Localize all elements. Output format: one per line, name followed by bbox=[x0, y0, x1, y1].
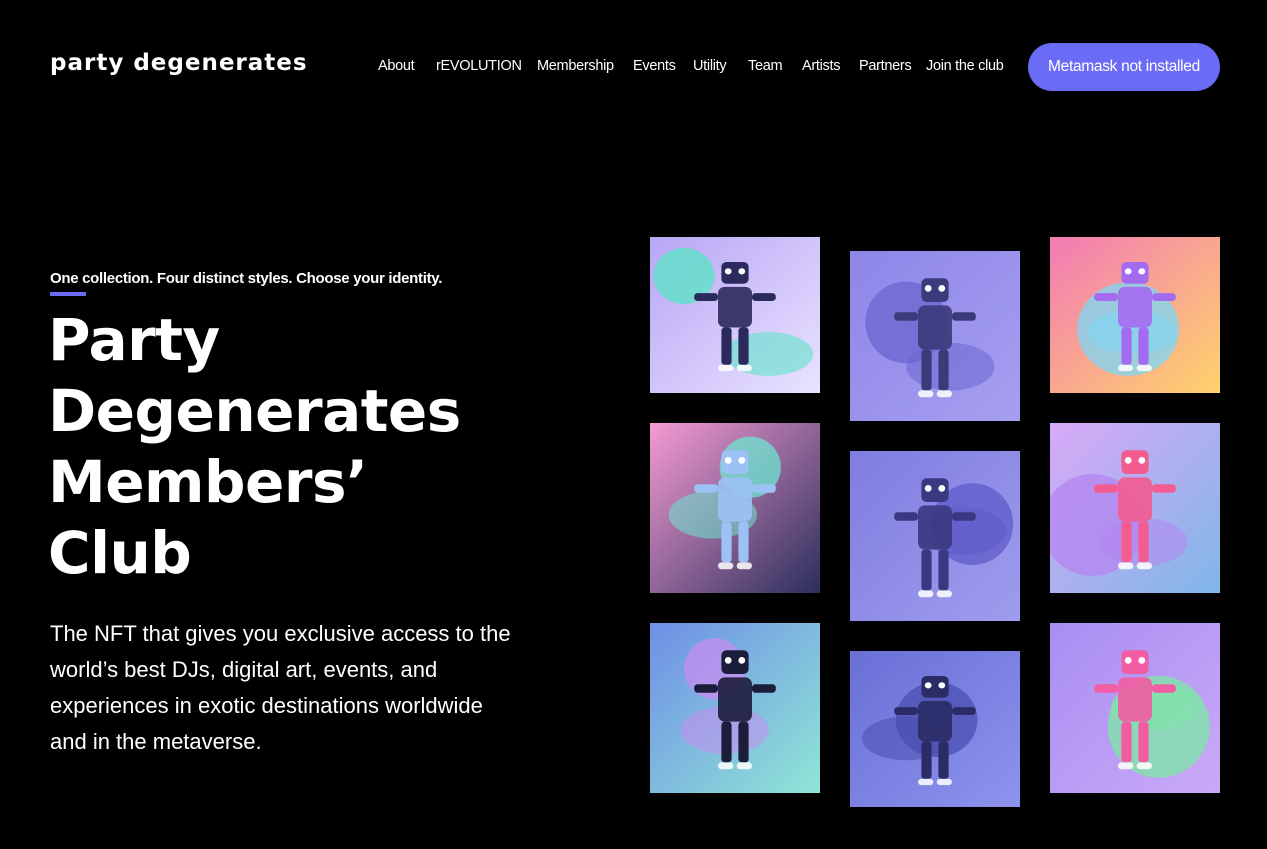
nft-artwork-image bbox=[650, 623, 820, 793]
nav-about[interactable]: About bbox=[378, 58, 415, 74]
hero-eyebrow: One collection. Four distinct styles. Ch… bbox=[50, 270, 443, 287]
metamask-button[interactable]: Metamask not installed bbox=[1028, 43, 1220, 91]
hero-title: Party Degenerates Members’ Club bbox=[48, 305, 608, 589]
nft-artwork-image bbox=[1050, 623, 1220, 793]
nav-revolution[interactable]: rEVOLUTION bbox=[436, 58, 522, 74]
nav-artists[interactable]: Artists bbox=[802, 58, 840, 74]
nft-artwork-image bbox=[850, 251, 1020, 421]
nav-team[interactable]: Team bbox=[748, 58, 783, 74]
nft-art-1 bbox=[650, 237, 820, 393]
brand-logo[interactable]: party degenerates bbox=[50, 50, 308, 76]
nft-artwork-image bbox=[1050, 423, 1220, 593]
hero-title-line-3: Members’ bbox=[48, 448, 368, 516]
nft-art-2 bbox=[850, 251, 1020, 421]
nav-events[interactable]: Events bbox=[633, 58, 676, 74]
nft-artwork-image bbox=[650, 423, 820, 593]
eyebrow-underline bbox=[50, 292, 86, 296]
nft-art-3 bbox=[1050, 237, 1220, 393]
nft-art-5 bbox=[850, 451, 1020, 621]
nft-artwork-image bbox=[1050, 237, 1220, 393]
nft-art-9 bbox=[1050, 623, 1220, 793]
nft-artwork-image bbox=[850, 451, 1020, 621]
nav-partners[interactable]: Partners bbox=[859, 58, 912, 74]
nav-membership[interactable]: Membership bbox=[537, 58, 614, 74]
nft-artwork-image bbox=[650, 237, 820, 393]
nav-join-the-club[interactable]: Join the club bbox=[926, 58, 1004, 74]
nft-art-7 bbox=[650, 623, 820, 793]
nft-art-6 bbox=[1050, 423, 1220, 593]
nft-art-8 bbox=[850, 651, 1020, 807]
hero-title-line-4: Club bbox=[48, 519, 192, 587]
hero-title-line-1: Party bbox=[48, 306, 220, 374]
hero-description: The NFT that gives you exclusive access … bbox=[50, 621, 511, 754]
nft-art-4 bbox=[650, 423, 820, 593]
nav-utility[interactable]: Utility bbox=[693, 58, 727, 74]
nft-artwork-image bbox=[850, 651, 1020, 807]
hero-title-line-2: Degenerates bbox=[48, 377, 461, 445]
